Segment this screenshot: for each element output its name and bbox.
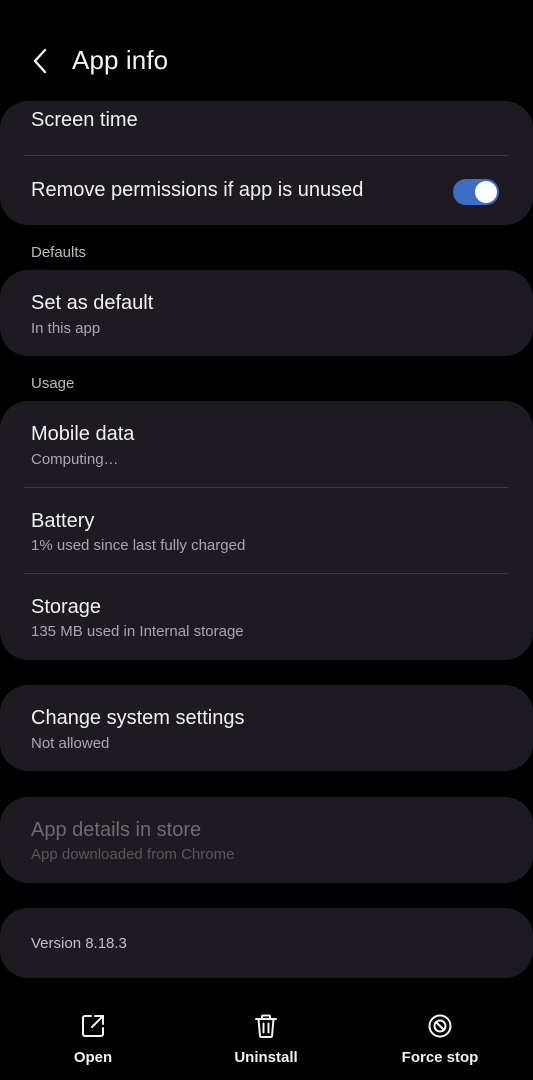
permissions-card: Screen time Remove permissions if app is… xyxy=(0,101,533,225)
block-icon xyxy=(426,1012,454,1040)
set-as-default-row[interactable]: Set as default In this app xyxy=(0,270,533,356)
app-bar: App info xyxy=(0,0,533,100)
system-settings-card: Change system settings Not allowed xyxy=(0,685,533,771)
mobile-data-title: Mobile data xyxy=(31,423,135,445)
storage-subtitle: 135 MB used in Internal storage xyxy=(31,623,244,640)
remove-permissions-title: Remove permissions if app is unused xyxy=(31,179,364,201)
battery-row[interactable]: Battery 1% used since last fully charged xyxy=(0,488,533,574)
set-as-default-subtitle: In this app xyxy=(31,320,101,337)
toggle-knob xyxy=(475,181,497,203)
app-details-in-store-row: App details in store App downloaded from… xyxy=(0,797,533,883)
defaults-section-label: Defaults xyxy=(31,244,87,261)
back-arrow-icon xyxy=(33,48,47,74)
remove-permissions-toggle[interactable] xyxy=(453,179,499,205)
battery-subtitle: 1% used since last fully charged xyxy=(31,537,246,554)
usage-section-label: Usage xyxy=(31,375,75,392)
screen-time-row[interactable]: Screen time xyxy=(0,101,533,155)
set-as-default-title: Set as default xyxy=(31,292,154,314)
force-stop-label: Force stop xyxy=(401,1049,479,1066)
storage-row[interactable]: Storage 135 MB used in Internal storage xyxy=(0,574,533,660)
open-button[interactable]: Open xyxy=(33,1012,153,1074)
version-label: Version 8.18.3 xyxy=(31,935,127,952)
uninstall-label: Uninstall xyxy=(234,1049,298,1066)
force-stop-button[interactable]: Force stop xyxy=(380,1012,500,1074)
uninstall-button[interactable]: Uninstall xyxy=(206,1012,326,1074)
page-title: App info xyxy=(72,45,169,75)
change-system-settings-title: Change system settings xyxy=(31,707,245,729)
store-card: App details in store App downloaded from… xyxy=(0,797,533,883)
storage-title: Storage xyxy=(31,596,102,618)
open-label: Open xyxy=(73,1049,113,1066)
change-system-settings-row[interactable]: Change system settings Not allowed xyxy=(0,685,533,771)
defaults-card: Set as default In this app xyxy=(0,270,533,356)
change-system-settings-subtitle: Not allowed xyxy=(31,735,110,752)
app-info-screen: App info Screen time Remove permissions … xyxy=(0,0,533,1080)
battery-title: Battery xyxy=(31,510,95,532)
mobile-data-subtitle: Computing… xyxy=(31,451,119,468)
version-card: Version 8.18.3 xyxy=(0,908,533,978)
open-external-icon xyxy=(79,1012,107,1040)
screen-time-title: Screen time xyxy=(31,109,138,131)
mobile-data-row[interactable]: Mobile data Computing… xyxy=(0,401,533,487)
app-details-in-store-title: App details in store xyxy=(31,819,202,841)
back-button[interactable] xyxy=(24,44,56,78)
trash-icon xyxy=(252,1012,280,1040)
usage-card: Mobile data Computing… Battery 1% used s… xyxy=(0,401,533,660)
app-details-in-store-subtitle: App downloaded from Chrome xyxy=(31,846,235,863)
bottom-action-bar: Open Uninstall Force stop xyxy=(0,1000,533,1080)
